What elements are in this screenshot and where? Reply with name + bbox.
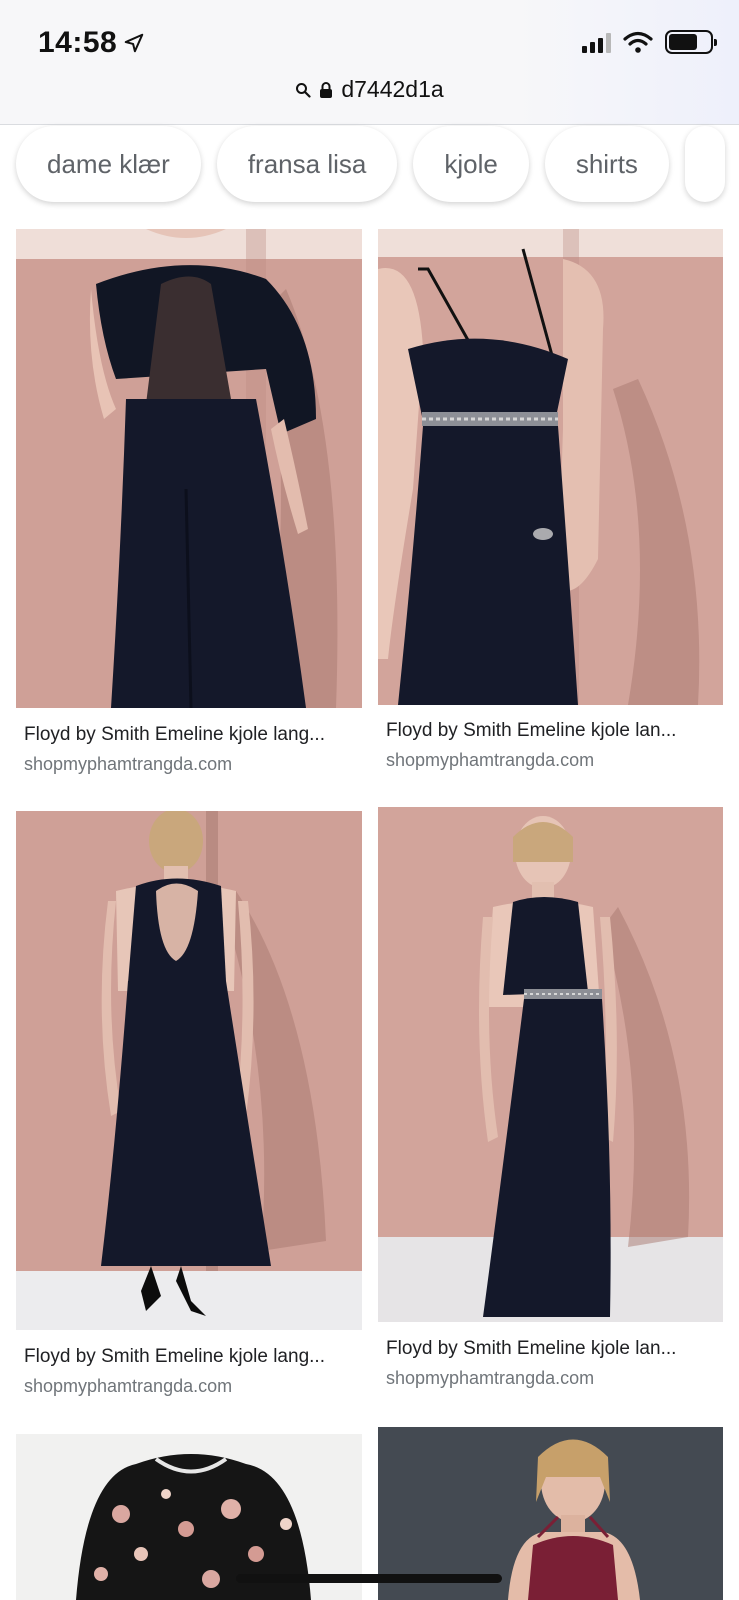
result-source[interactable]: shopmyphamtrangda.com xyxy=(24,1376,232,1397)
result-title[interactable]: Floyd by Smith Emeline kjole lang... xyxy=(24,1346,325,1368)
result-source[interactable]: shopmyphamtrangda.com xyxy=(24,754,232,775)
result-title[interactable]: Floyd by Smith Emeline kjole lan... xyxy=(386,1338,676,1360)
chip-label: dame klær xyxy=(47,148,170,179)
result-image-dress-back-open[interactable] xyxy=(16,811,362,1330)
chip-shirts[interactable]: shirts xyxy=(544,126,669,202)
wifi-icon xyxy=(623,31,653,53)
related-search-chips: dame klær fransa lisa kjole shirts xyxy=(16,126,725,204)
cellular-signal-icon xyxy=(582,31,611,53)
status-time-text: 14:58 xyxy=(38,26,118,59)
location-arrow-icon xyxy=(124,33,144,53)
address-bar[interactable]: d7442d1a xyxy=(0,76,739,103)
chip-label: kjole xyxy=(444,148,498,179)
battery-icon xyxy=(665,30,717,54)
image-result[interactable]: Floyd by Smith Emeline kjole lang... sho… xyxy=(16,811,362,1396)
browser-top-bar: 14:58 d7442d1a xyxy=(0,0,739,125)
status-icons xyxy=(582,30,717,54)
chip-kjole[interactable]: kjole xyxy=(413,126,529,202)
result-title[interactable]: Floyd by Smith Emeline kjole lan... xyxy=(386,720,676,742)
result-title[interactable]: Floyd by Smith Emeline kjole lang... xyxy=(24,724,325,746)
home-indicator[interactable] xyxy=(236,1574,502,1583)
result-source[interactable]: shopmyphamtrangda.com xyxy=(386,750,594,771)
chip-fransa-lisa[interactable]: fransa lisa xyxy=(216,126,398,202)
address-url: d7442d1a xyxy=(341,76,444,102)
status-time: 14:58 xyxy=(38,26,145,60)
chip-label: fransa lisa xyxy=(247,148,367,179)
image-result[interactable]: Floyd by Smith Emeline kjole lan... shop… xyxy=(378,229,723,789)
result-image-dress-front-halter[interactable] xyxy=(378,229,723,705)
chip-partial[interactable] xyxy=(684,126,725,202)
image-result[interactable]: Floyd by Smith Emeline kjole lang... sho… xyxy=(16,229,362,789)
search-icon xyxy=(296,82,311,98)
chip-label: shirts xyxy=(575,148,638,179)
image-result[interactable]: Floyd by Smith Emeline kjole lan... shop… xyxy=(378,807,723,1388)
lock-icon xyxy=(320,81,333,98)
result-image-dress-front-full[interactable] xyxy=(378,807,723,1322)
result-source[interactable]: shopmyphamtrangda.com xyxy=(386,1368,594,1389)
chip-dame-klaer[interactable]: dame klær xyxy=(16,126,201,202)
result-image-dress-back-cape[interactable] xyxy=(16,229,362,708)
